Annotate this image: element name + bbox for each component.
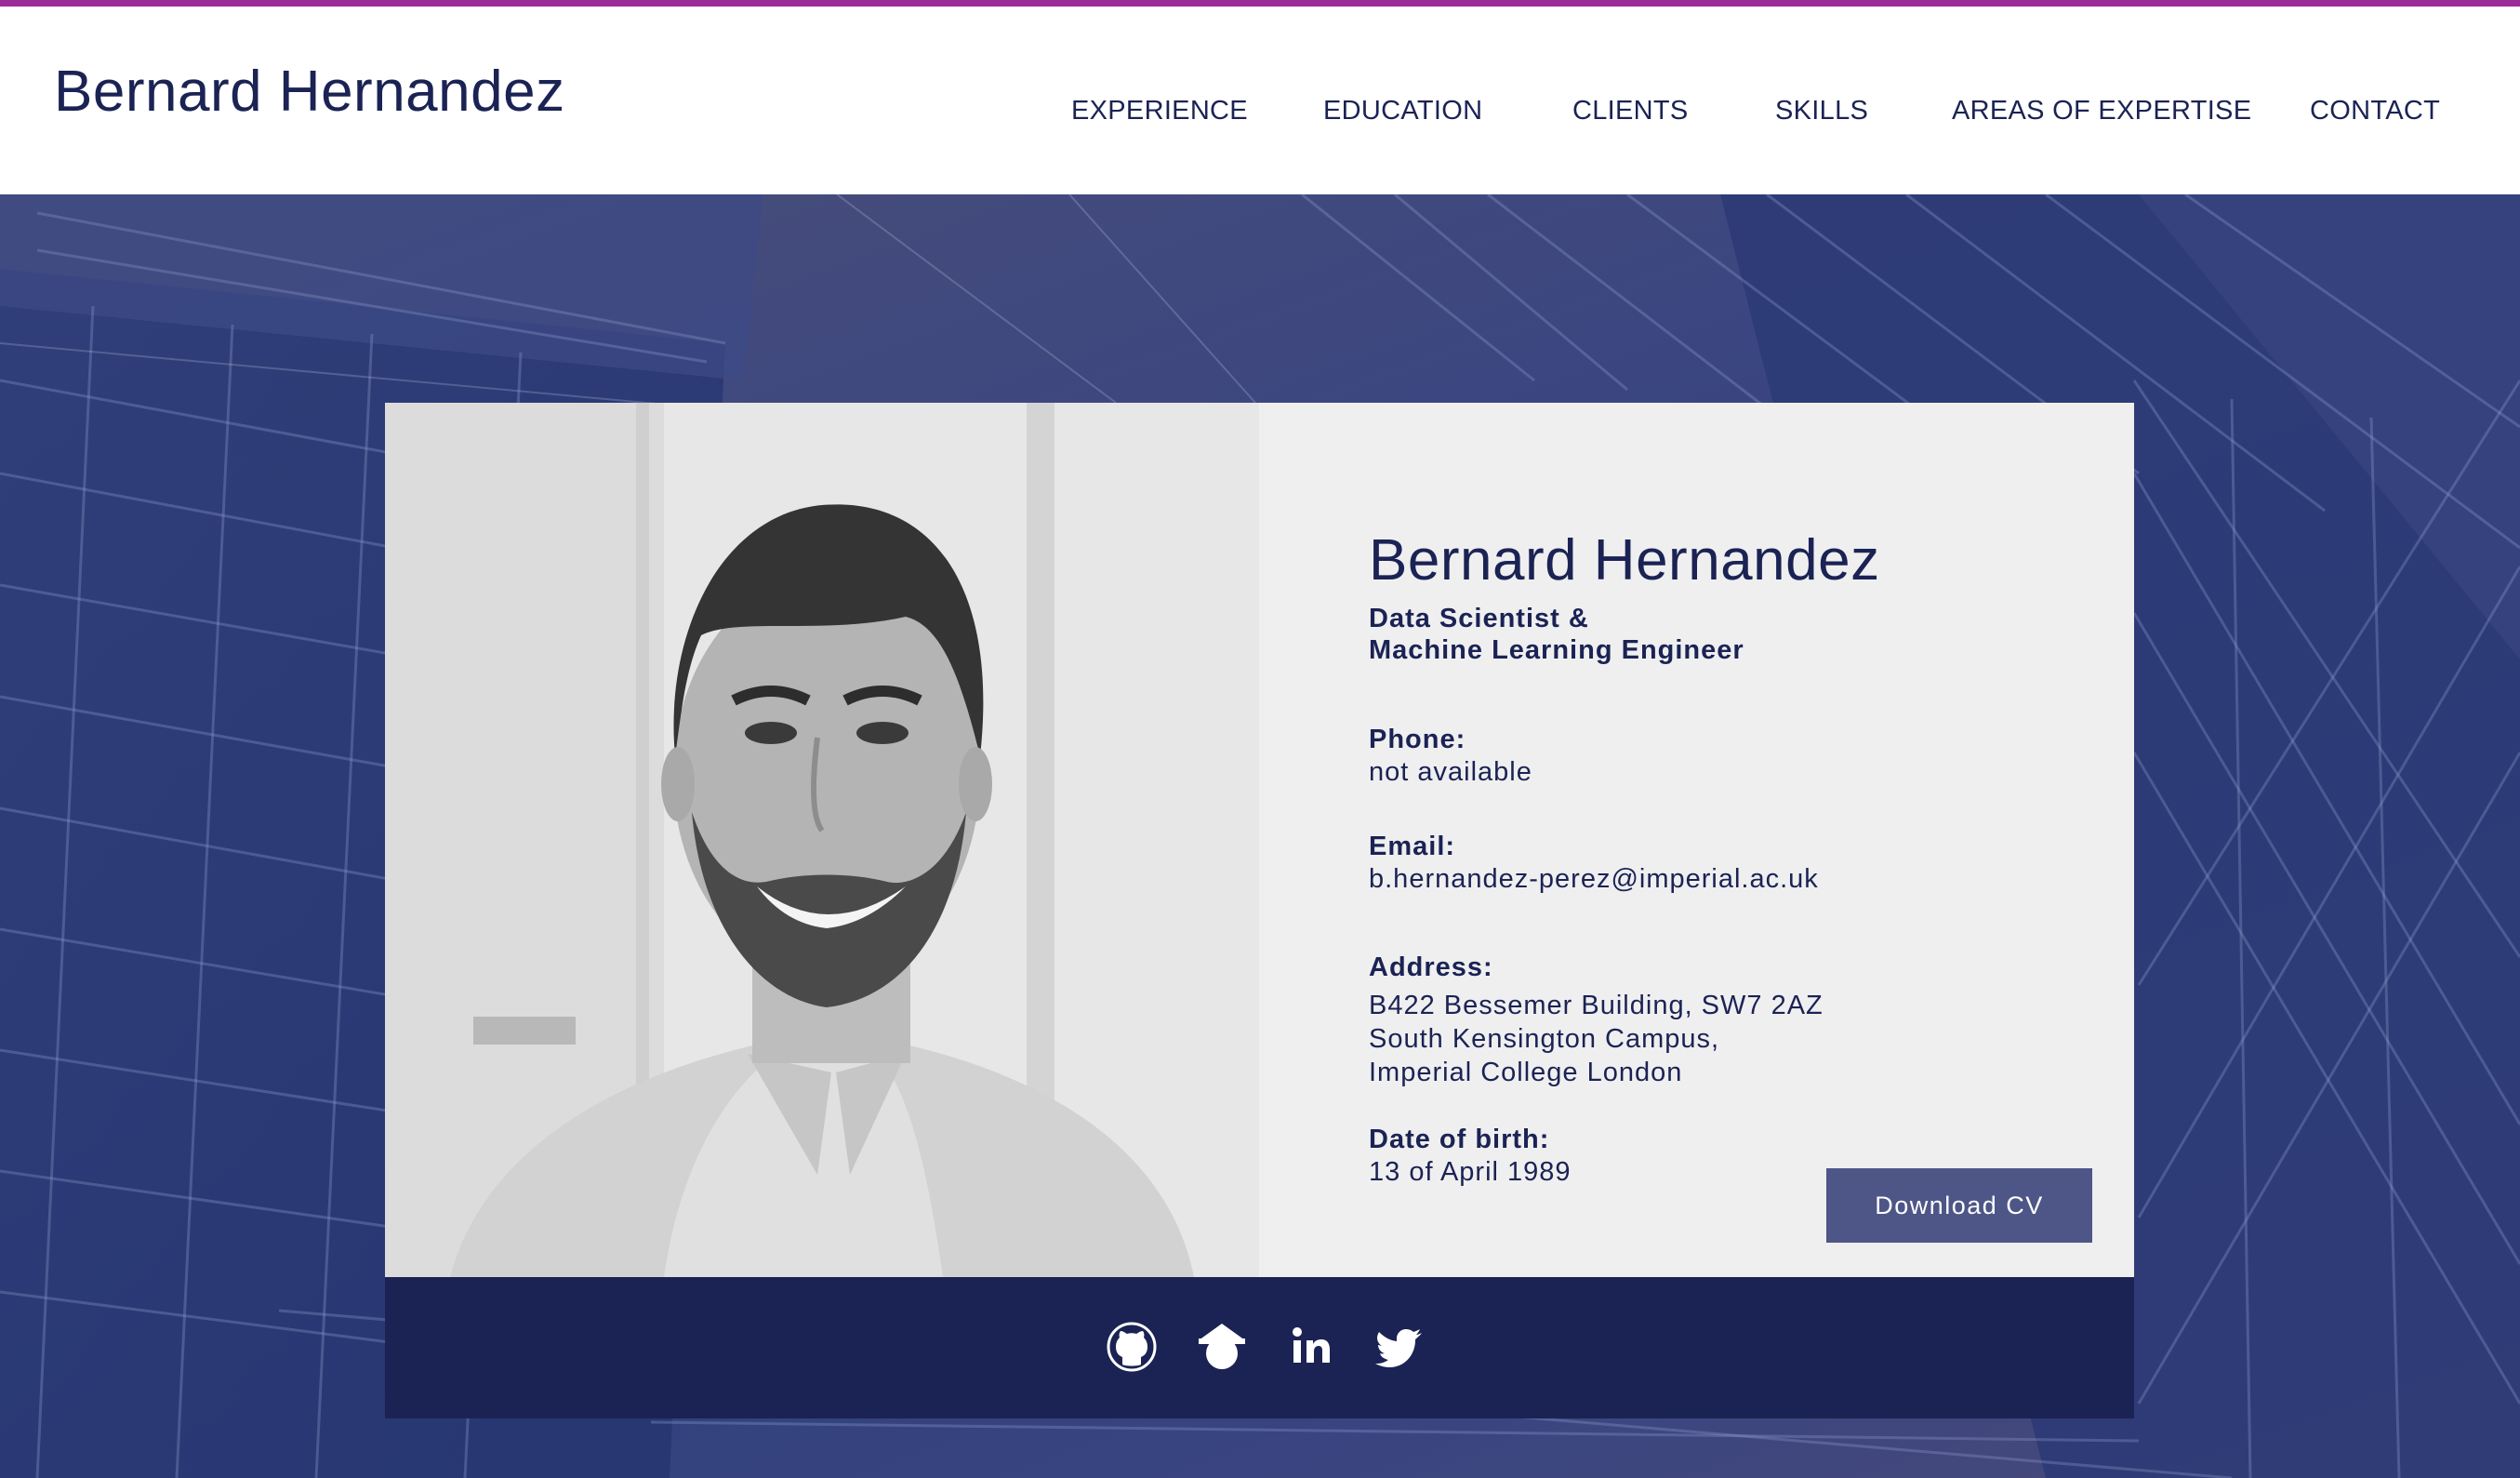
main-nav: EXPERIENCE EDUCATION CLIENTS SKILLS AREA… [0,96,2520,133]
profile-name: Bernard Hernandez [1369,528,1880,593]
address-label: Address: [1369,952,1493,982]
social-bar [385,1277,2134,1418]
dob-label: Date of birth: [1369,1125,1550,1154]
twitter-link[interactable] [1373,1320,1427,1374]
phone-block: Phone: not available [1369,725,1532,789]
profile-photo [385,403,1259,1277]
nav-clients[interactable]: CLIENTS [1572,96,1689,126]
address-block: Address: B422 Bessemer Building, SW7 2AZ… [1369,952,1824,1089]
profile-role: Data Scientist & Machine Learning Engine… [1369,604,1744,665]
address-value: B422 Bessemer Building, SW7 2AZ South Ke… [1369,991,1824,1087]
dob-block: Date of birth: 13 of April 1989 [1369,1125,1572,1189]
phone-value: not available [1369,757,1532,787]
download-cv-button[interactable]: Download CV [1826,1168,2092,1243]
nav-skills[interactable]: SKILLS [1775,96,1868,126]
dob-value: 13 of April 1989 [1369,1157,1572,1187]
hero-section: Bernard Hernandez Data Scientist & Machi… [0,194,2520,1478]
email-label: Email: [1369,832,1456,861]
portrait-image [385,403,1259,1277]
nav-experience[interactable]: EXPERIENCE [1071,96,1248,126]
email-value[interactable]: b.hernandez-perez@imperial.ac.uk [1369,862,1819,896]
email-block: Email: b.hernandez-perez@imperial.ac.uk [1369,832,1819,896]
nav-education[interactable]: EDUCATION [1323,96,1482,126]
profile-info: Bernard Hernandez Data Scientist & Machi… [1369,527,2094,1187]
linkedin-icon [1293,1327,1330,1363]
profile-card: Bernard Hernandez Data Scientist & Machi… [385,403,2134,1277]
twitter-icon [1375,1329,1422,1367]
google-scholar-icon [1199,1324,1245,1369]
github-icon [1107,1322,1157,1372]
google-scholar-link[interactable] [1195,1320,1249,1374]
nav-areas-of-expertise[interactable]: AREAS OF EXPERTISE [1952,96,2251,126]
site-header: Bernard Hernandez EXPERIENCE EDUCATION C… [0,7,2520,194]
top-accent-line [0,0,2520,7]
phone-label: Phone: [1369,725,1466,754]
linkedin-link[interactable] [1284,1320,1338,1374]
github-link[interactable] [1105,1320,1159,1374]
nav-contact[interactable]: CONTACT [2310,96,2440,126]
